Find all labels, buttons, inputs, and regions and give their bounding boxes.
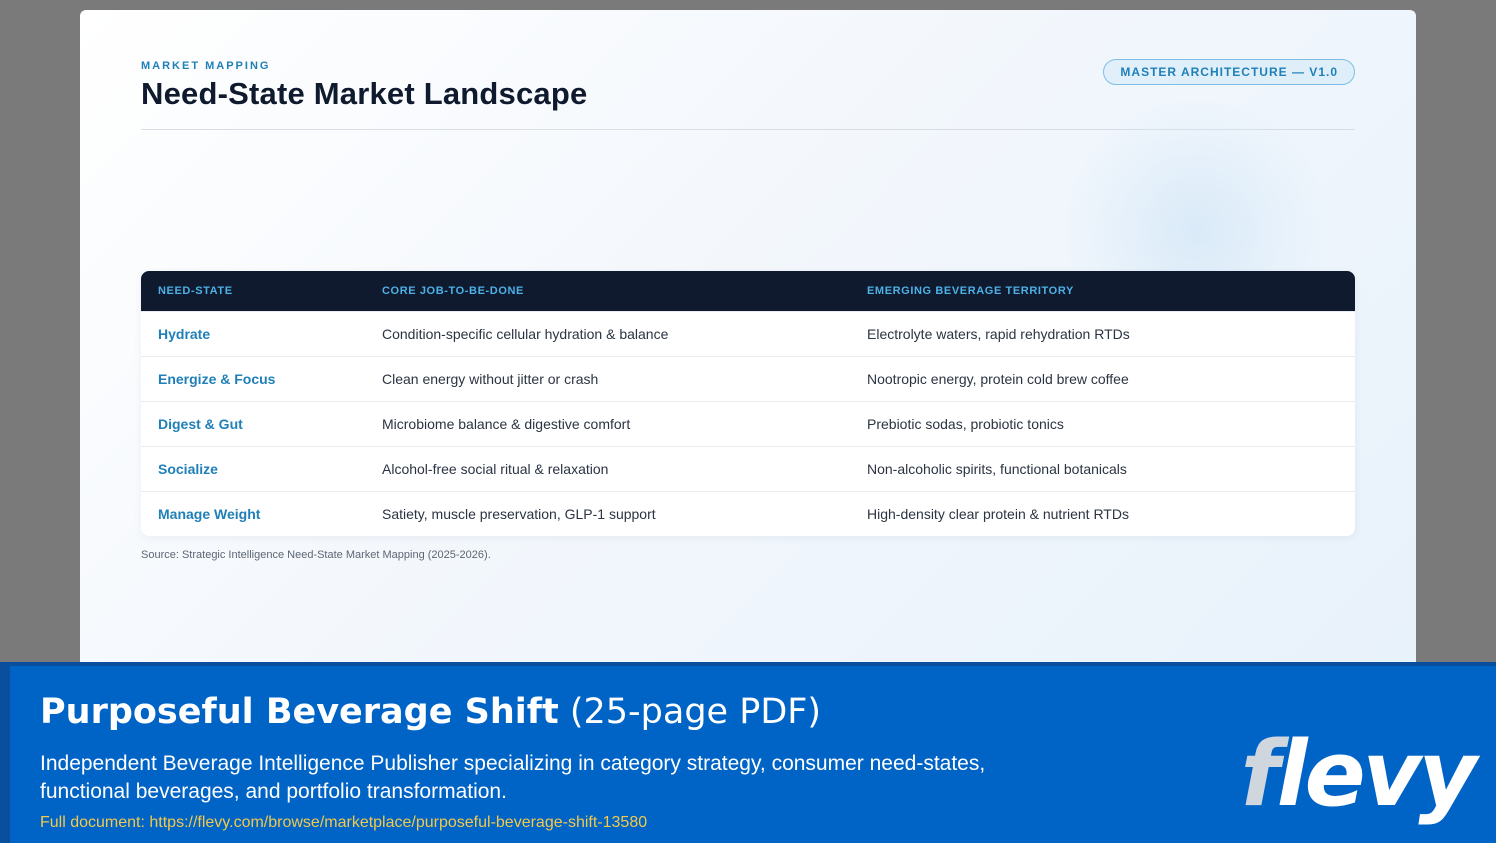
table-row: Manage Weight Satiety, muscle preservati… [141, 491, 1355, 536]
need-state-cell: Socialize [158, 461, 218, 477]
table-row: Digest & Gut Microbiome balance & digest… [141, 401, 1355, 446]
source-note: Source: Strategic Intelligence Need-Stat… [141, 549, 491, 561]
flevy-logo-rest: levy [1276, 722, 1477, 827]
document-title-name: Purposeful Beverage Shift [40, 692, 559, 732]
banner-edge [0, 666, 10, 843]
document-title: Purposeful Beverage Shift (25-page PDF) [40, 692, 821, 732]
need-state-cell: Digest & Gut [158, 416, 243, 432]
header-emerging-territory: EMERGING BEVERAGE TERRITORY [867, 285, 1074, 297]
territory-cell: Electrolyte waters, rapid rehydration RT… [867, 326, 1130, 342]
page-title: Need-State Market Landscape [141, 76, 588, 111]
core-job-cell: Condition-specific cellular hydration & … [382, 326, 669, 342]
full-document-link[interactable]: Full document: https://flevy.com/browse/… [40, 814, 647, 832]
section-eyebrow: MARKET MAPPING [141, 60, 271, 72]
table-row: Hydrate Condition-specific cellular hydr… [141, 311, 1355, 356]
territory-cell: Prebiotic sodas, probiotic tonics [867, 416, 1064, 432]
need-state-table: NEED-STATE CORE JOB-TO-BE-DONE EMERGING … [141, 271, 1355, 536]
territory-cell: Non-alcoholic spirits, functional botani… [867, 461, 1127, 477]
table-header: NEED-STATE CORE JOB-TO-BE-DONE EMERGING … [141, 271, 1355, 311]
document-title-pages: (25-page PDF) [558, 692, 822, 732]
publisher-description: Independent Beverage Intelligence Publis… [40, 752, 986, 803]
territory-cell: Nootropic energy, protein cold brew coff… [867, 371, 1129, 387]
core-job-cell: Clean energy without jitter or crash [382, 371, 599, 387]
slide: MARKET MAPPING Need-State Market Landsca… [80, 10, 1416, 670]
need-state-cell: Hydrate [158, 326, 211, 342]
core-job-cell: Satiety, muscle preservation, GLP-1 supp… [382, 506, 656, 522]
core-job-cell: Alcohol-free social ritual & relaxation [382, 461, 609, 477]
document-banner: Purposeful Beverage Shift (25-page PDF) … [0, 662, 1496, 843]
need-state-cell: Manage Weight [158, 506, 261, 522]
territory-cell: High-density clear protein & nutrient RT… [867, 506, 1129, 522]
table-row: Energize & Focus Clean energy without ji… [141, 356, 1355, 401]
flevy-logo-f: f [1240, 722, 1280, 827]
flevy-logo: flevy [1241, 730, 1477, 820]
title-divider [141, 129, 1355, 130]
need-state-cell: Energize & Focus [158, 371, 276, 387]
header-core-job: CORE JOB-TO-BE-DONE [382, 285, 524, 297]
table-row: Socialize Alcohol-free social ritual & r… [141, 446, 1355, 491]
header-need-state: NEED-STATE [158, 285, 233, 297]
version-badge: MASTER ARCHITECTURE — V1.0 [1103, 59, 1355, 85]
core-job-cell: Microbiome balance & digestive comfort [382, 416, 631, 432]
